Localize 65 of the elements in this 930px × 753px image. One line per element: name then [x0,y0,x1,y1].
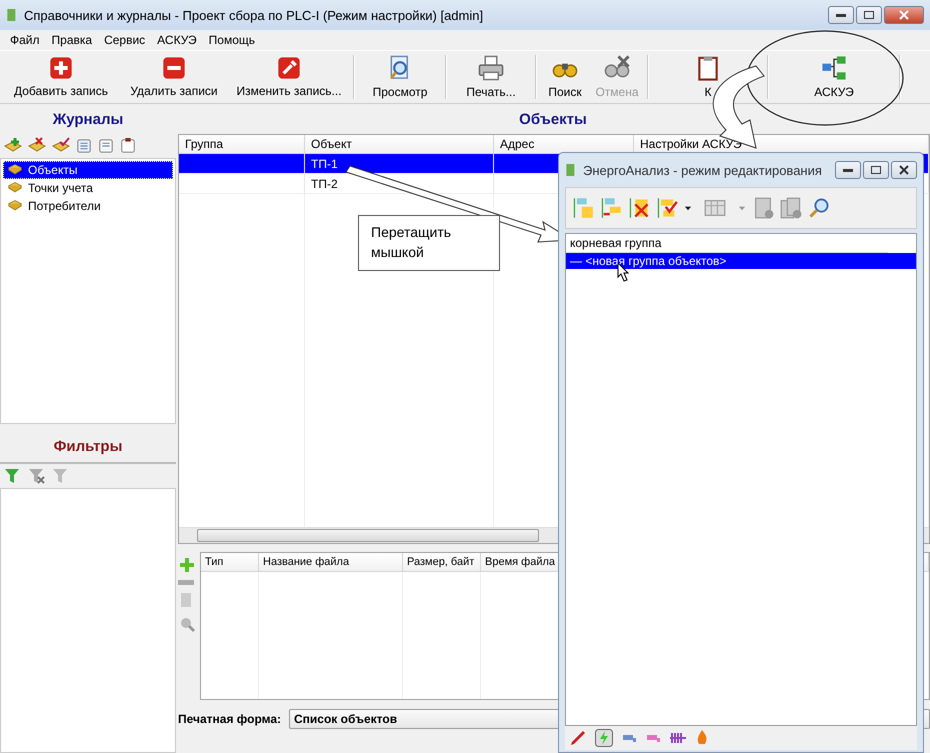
tree-item[interactable]: Точки учета [3,179,173,197]
tree-add-icon[interactable] [572,197,594,219]
maximize-button[interactable] [863,161,889,179]
maximize-icon [864,11,874,19]
column-header[interactable]: Группа [179,135,305,153]
window-title: Справочники и журналы - Проект сбора по PLC-I (Режим настройки) [admin] [24,8,484,22]
caret-icon [738,204,746,212]
tree-delete-icon[interactable] [628,197,650,219]
app-icon [565,162,577,178]
menu-item[interactable]: Правка [46,33,98,47]
toolbar-button[interactable]: Печать... [450,51,532,103]
document-icon [98,138,114,154]
network-icon [821,55,847,81]
minus-icon [162,56,186,80]
zoom-icon [178,615,196,633]
menu-item[interactable]: Файл [4,33,46,47]
pane-title: Фильтры [54,438,122,455]
close-button[interactable] [884,6,924,24]
toolbar-button[interactable]: Удалить записи [120,51,228,103]
caret-icon[interactable] [684,204,692,212]
minus-icon [178,580,194,585]
minimize-button[interactable] [835,161,861,179]
pane-title: Журналы [52,110,124,130]
clipboard-icon [120,138,136,154]
tree-item[interactable]: Потребители [3,197,173,215]
toolbar-button[interactable]: Поиск [540,51,590,103]
pane-title: Объекты [518,110,588,130]
toolbar-button[interactable]: Просмотр [358,51,442,103]
menu-item[interactable]: Сервис [98,33,152,47]
toolbar-button[interactable]: К [652,51,764,103]
filter-add-icon[interactable] [4,466,22,484]
column-header[interactable]: Название файла [259,553,403,571]
folder-icon [6,199,24,213]
minimize-button[interactable] [828,6,854,24]
close-button[interactable] [891,161,917,179]
close-icon [899,165,909,175]
tree-move-icon[interactable] [600,197,622,219]
maximize-icon [871,166,881,174]
plus-icon [49,56,73,80]
callout-note: Перетащить мышкой [358,215,500,271]
toolbar-button[interactable]: Добавить запись [2,51,120,103]
scroll-thumb[interactable] [197,529,539,542]
search-icon[interactable] [808,197,830,219]
document-list-icon [76,138,92,154]
close-icon [899,10,909,20]
tree-check-icon[interactable] [656,197,678,219]
folder-icon [6,181,24,195]
folder-icon [6,163,24,177]
lightning-icon[interactable] [593,729,615,747]
app-icon [6,7,18,23]
maximize-button[interactable] [856,6,882,24]
print-form-label: Печатная форма: [178,712,282,726]
menu-item[interactable]: АСКУЭ [151,33,203,47]
tree-item[interactable]: — <новая группа объектов> [566,253,916,269]
dialog-title: ЭнергоАнализ - режим редактирования [583,162,823,178]
printer-icon [478,55,504,81]
column-header[interactable]: Тип [201,553,259,571]
minimize-icon [843,168,853,172]
column-header[interactable]: Размер, байт [403,553,481,571]
column-header[interactable]: Объект [305,135,494,153]
minimize-icon [836,14,846,16]
toolbar-button[interactable]: Изменить запись... [228,51,350,103]
filter-delete-icon[interactable] [28,466,46,484]
tree-item[interactable]: Объекты [3,161,173,179]
menu-item[interactable]: Помощь [202,33,262,47]
